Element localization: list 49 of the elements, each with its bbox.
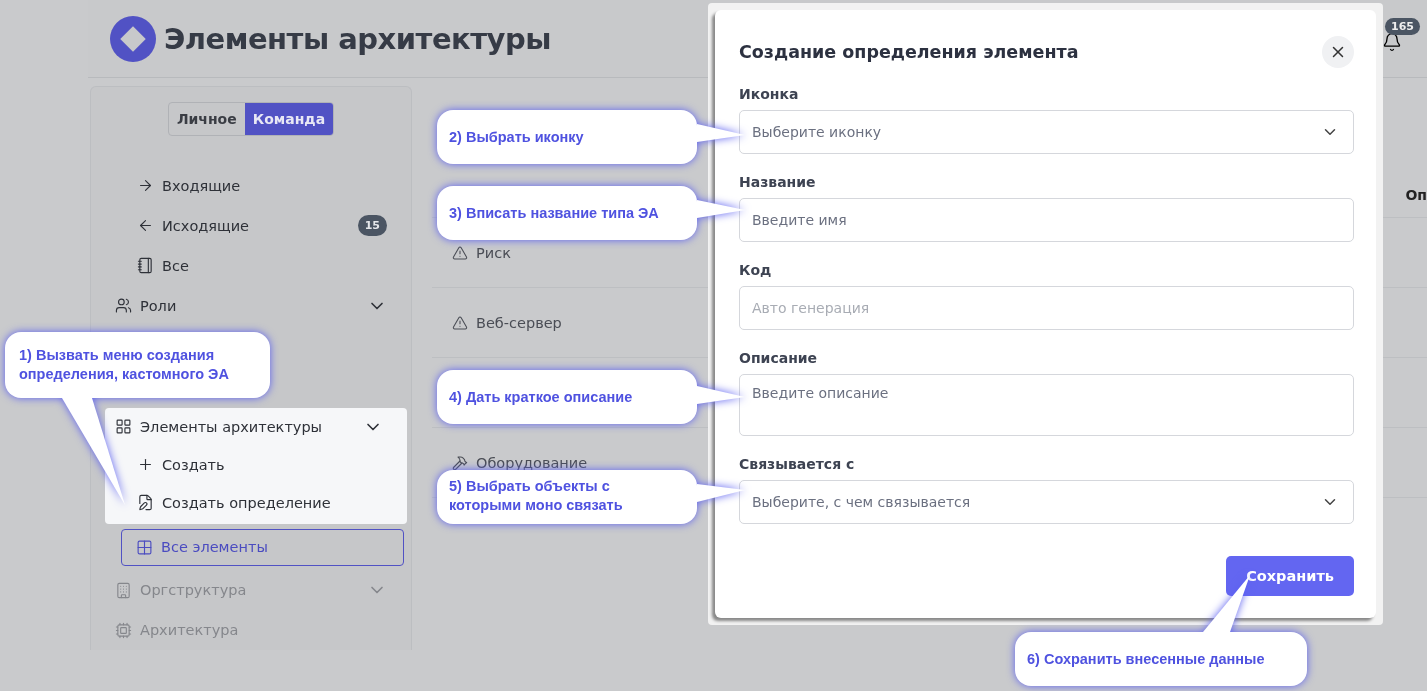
select-field[interactable]: Выберите, с чем связывается [752,494,1321,510]
page-title: Элементы архитектуры [164,21,551,56]
count-badge: 15 [357,215,387,237]
nav-item[interactable]: Роли [140,297,359,314]
save-button[interactable]: Сохранить [1226,556,1354,596]
table-cell: Риск [476,244,511,261]
nav-icon [137,257,154,275]
chip-icon [115,621,132,639]
callout-text: 4) Дать краткое описание [449,388,634,407]
menu-item[interactable]: Создать определение [162,494,383,511]
input-field[interactable]: Введите имя [752,212,1339,228]
grid-icon [115,418,132,436]
notification-badge: 165 [1385,18,1420,35]
table-cell: Веб-сервер [476,314,562,331]
dropdown[interactable]: Выберите иконку [739,110,1354,154]
warning-icon [452,314,468,331]
scope-tab[interactable]: Команда [244,103,334,135]
callout-text: 1) Вызвать меню создания определения, кастомного ЭА [19,346,230,384]
table-icon [136,538,153,556]
warning-icon [452,244,468,261]
nav-item[interactable]: Исходящие [162,217,350,234]
column-header: Оп [1405,186,1427,203]
nav-item[interactable]: Входящие [162,177,387,194]
callout-text: 2) Выбрать иконку [449,128,585,147]
scope-tab[interactable]: Личное [168,103,245,135]
dialog-title: Создание определения элемента [739,42,1079,62]
nav-icon [115,297,132,315]
nav-item[interactable]: Элементы архитектуры [140,418,355,435]
select-field[interactable]: Выберите иконку [752,124,1321,140]
field-label: Название [739,174,817,190]
dropdown[interactable]: Выберите, с чем связывается [739,480,1354,524]
table-cell: Оборудование [476,454,588,471]
field-label: Связывается с [739,456,856,472]
bell-icon[interactable] [1382,32,1402,52]
close-button[interactable] [1322,36,1354,68]
callout-text: 5) Выбрать объекты с которыми моно связать [449,477,624,515]
menu-item[interactable]: Создать [162,456,383,473]
nav-item[interactable]: Все [162,257,387,274]
callout-text: 6) Сохранить внесенные данные [1027,650,1266,669]
nav-item[interactable]: Все элементы [121,528,404,566]
hammer-icon [452,454,468,471]
field-label: Иконка [739,86,800,102]
field-label: Описание [739,350,819,366]
logo-icon [110,15,156,62]
text-field[interactable]: Введите имя [739,198,1354,242]
field-label: Код [739,262,773,278]
file-pen-icon [137,494,154,512]
callout-text: 3) Вписать название типа ЭА [449,204,660,223]
building-icon [115,581,132,599]
